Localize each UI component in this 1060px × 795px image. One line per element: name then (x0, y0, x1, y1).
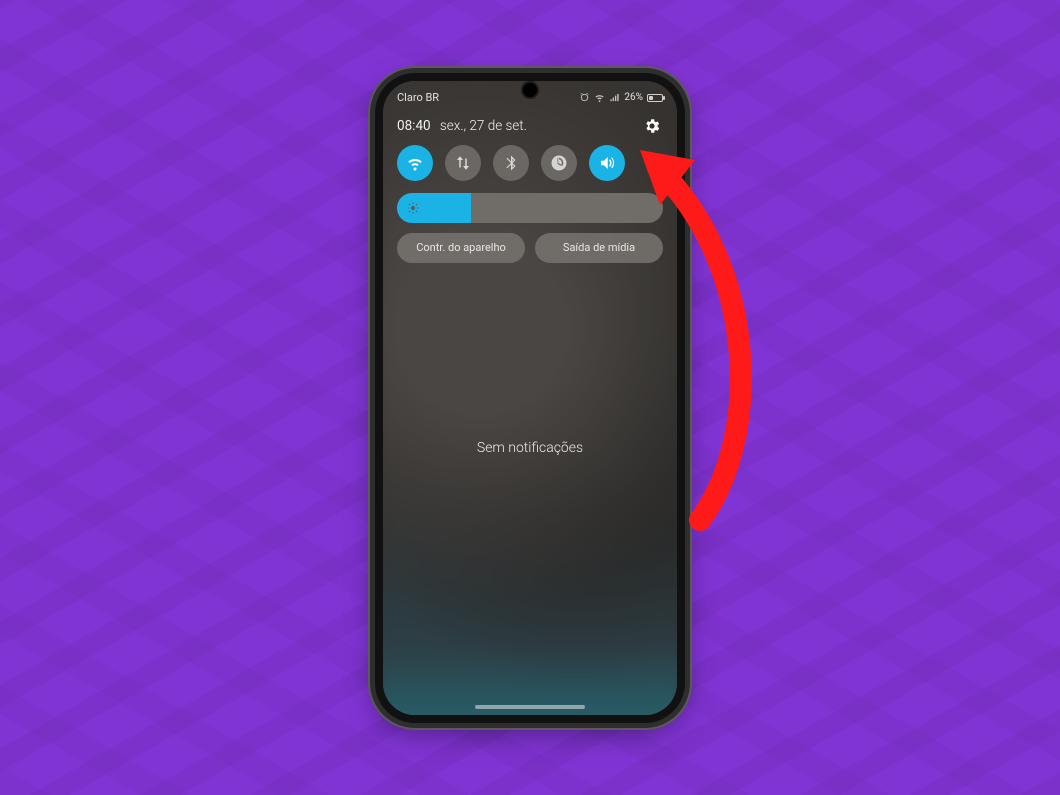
panel-button-row: Contr. do aparelho Saída de mídia (383, 233, 677, 263)
signal-icon (609, 92, 620, 103)
status-right: 26% (579, 92, 663, 103)
home-indicator[interactable] (475, 705, 585, 709)
media-output-label: Saída de mídia (563, 241, 635, 254)
quick-toggle-power-mode[interactable] (541, 145, 577, 181)
device-control-button[interactable]: Contr. do aparelho (397, 233, 525, 263)
wifi-icon (406, 154, 424, 172)
panel-header: 08:40 sex., 27 de set. (383, 109, 677, 145)
camera-hole (523, 83, 537, 97)
bluetooth-icon (502, 154, 520, 172)
quick-toggle-sound[interactable] (589, 145, 625, 181)
settings-button[interactable] (641, 115, 663, 137)
volume-icon (598, 154, 616, 172)
panel-time: 08:40 (397, 118, 431, 134)
sun-icon (407, 202, 419, 214)
power-icon (550, 154, 568, 172)
panel-datetime: 08:40 sex., 27 de set. (397, 118, 527, 134)
phone-screen: Claro BR 26% 08 (383, 81, 677, 715)
carrier-label: Claro BR (397, 91, 439, 104)
no-notifications-text: Sem notificações (383, 440, 677, 456)
quick-toggle-wifi[interactable] (397, 145, 433, 181)
wifi-status-icon (594, 92, 605, 103)
gear-icon (643, 117, 661, 135)
device-control-label: Contr. do aparelho (416, 241, 506, 254)
phone-frame: Claro BR 26% 08 (375, 73, 685, 723)
quick-toggle-data-sync[interactable] (445, 145, 481, 181)
battery-fill (649, 96, 653, 100)
arrows-vert-icon (454, 154, 472, 172)
battery-icon (647, 94, 663, 102)
alarm-icon (579, 92, 590, 103)
brightness-slider[interactable] (397, 193, 663, 223)
quick-settings-row (383, 145, 677, 181)
battery-text: 26% (624, 92, 643, 103)
media-output-button[interactable]: Saída de mídia (535, 233, 663, 263)
panel-date: sex., 27 de set. (440, 118, 527, 134)
quick-toggle-bluetooth[interactable] (493, 145, 529, 181)
notification-shade: Claro BR 26% 08 (383, 81, 677, 715)
